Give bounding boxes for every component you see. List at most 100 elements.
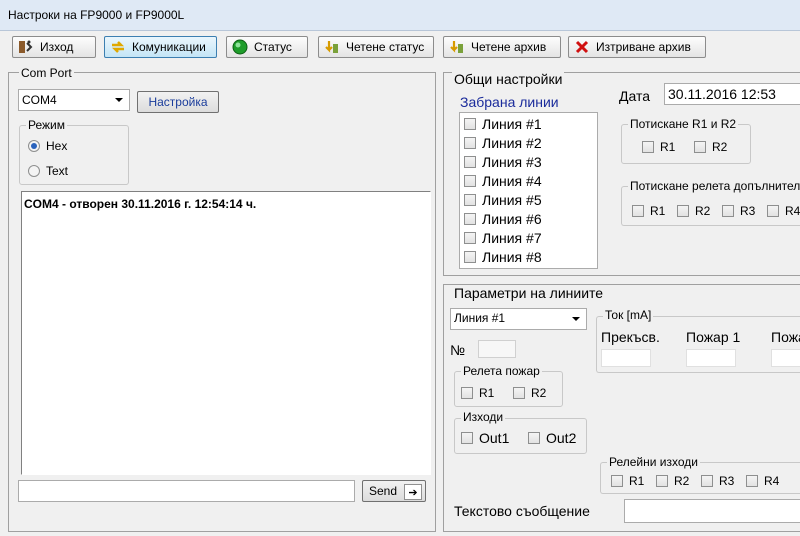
status-label: Статус — [254, 40, 292, 54]
extra-relays-caption: Потискане релета допълнител — [628, 179, 800, 193]
chevron-down-icon — [572, 317, 580, 321]
read-archive-button[interactable]: Четене архив — [443, 36, 561, 58]
fire-relay-checkbox-1[interactable]: R1 — [461, 386, 494, 400]
line-checkbox-4[interactable]: Линия #4 — [464, 173, 542, 189]
checkbox[interactable] — [701, 475, 713, 487]
send-button[interactable]: Send ➔ — [362, 480, 426, 502]
status-button[interactable]: Статус — [226, 36, 308, 58]
checkbox[interactable] — [464, 118, 476, 130]
relay-outputs-caption: Релейни изходи — [607, 455, 700, 469]
checkbox[interactable] — [464, 194, 476, 206]
current-col-input[interactable] — [771, 349, 800, 367]
line-checkbox-7[interactable]: Линия #7 — [464, 230, 542, 246]
output-checkbox-1[interactable]: Out1 — [461, 430, 509, 446]
checkbox[interactable] — [528, 432, 540, 444]
checkbox[interactable] — [464, 251, 476, 263]
radio-text[interactable] — [28, 165, 40, 177]
checkbox[interactable] — [513, 387, 525, 399]
extra-relay-checkbox-label: R1 — [650, 204, 666, 218]
line-checkbox-2[interactable]: Линия #2 — [464, 135, 542, 151]
com-port-select[interactable]: COM4 — [18, 89, 130, 111]
checkbox[interactable] — [656, 475, 668, 487]
extra-relay-checkbox-4[interactable]: R4 — [767, 204, 800, 218]
current-col-input[interactable] — [601, 349, 651, 367]
checkbox[interactable] — [632, 205, 644, 217]
checkbox[interactable] — [694, 141, 706, 153]
line-checkbox-3[interactable]: Линия #3 — [464, 154, 542, 170]
relay-output-checkbox-3[interactable]: R3 — [701, 474, 734, 488]
communications-button[interactable]: Комуникации — [104, 36, 217, 58]
checkbox[interactable] — [464, 175, 476, 187]
relay-output-checkbox-2[interactable]: R2 — [656, 474, 689, 488]
read-archive-label: Четене архив — [471, 40, 547, 54]
log-output[interactable]: COM4 - отворен 30.11.2016 г. 12:54:14 ч. — [21, 191, 431, 475]
checkbox[interactable] — [746, 475, 758, 487]
checkbox[interactable] — [642, 141, 654, 153]
checkbox[interactable] — [722, 205, 734, 217]
communications-icon — [110, 39, 126, 55]
checkbox[interactable] — [677, 205, 689, 217]
extra-relay-checkbox-label: R4 — [785, 204, 800, 218]
line-checkbox-1[interactable]: Линия #1 — [464, 116, 542, 132]
checkbox[interactable] — [464, 213, 476, 225]
lines-caption: Забрана линии — [460, 94, 559, 110]
press-r-checkbox-label: R1 — [660, 140, 676, 154]
fire-relay-checkbox-label: R2 — [531, 386, 547, 400]
checkbox[interactable] — [611, 475, 623, 487]
window-title: Настроки на FP9000 и FP9000L — [8, 8, 185, 22]
exit-button[interactable]: Изход — [12, 36, 96, 58]
send-label: Send — [369, 484, 398, 498]
extra-relay-checkbox-label: R3 — [740, 204, 756, 218]
radio-hex[interactable] — [28, 140, 40, 152]
checkbox[interactable] — [767, 205, 779, 217]
relay-output-checkbox-label: R3 — [719, 474, 735, 488]
arrow-right-icon: ➔ — [404, 484, 422, 500]
relay-output-checkbox-4[interactable]: R4 — [746, 474, 779, 488]
outputs-caption: Изходи — [461, 410, 506, 424]
line-checkbox-label: Линия #2 — [482, 135, 542, 151]
fire-relay-checkbox-2[interactable]: R2 — [513, 386, 546, 400]
mode-caption: Режим — [26, 118, 67, 132]
checkbox[interactable] — [464, 232, 476, 244]
mode-hex-option[interactable]: Hex — [28, 139, 67, 153]
read-status-button[interactable]: Четене статус — [318, 36, 434, 58]
com-port-panel: Com Port COM4 Настройка Режим Hex Text C… — [8, 66, 436, 532]
delete-archive-label: Изтриване архив — [596, 40, 691, 54]
relay-output-checkbox-1[interactable]: R1 — [611, 474, 644, 488]
current-col-input[interactable] — [686, 349, 736, 367]
checkbox[interactable] — [464, 156, 476, 168]
mode-text-option[interactable]: Text — [28, 164, 68, 178]
extra-relay-checkbox-1[interactable]: R1 — [632, 204, 665, 218]
current-col-label: Прекъсв. — [601, 329, 660, 345]
status-light-icon — [232, 39, 248, 55]
fire-relay-checkbox-label: R1 — [479, 386, 495, 400]
line-checkbox-6[interactable]: Линия #6 — [464, 211, 542, 227]
number-input[interactable] — [478, 340, 516, 358]
line-select[interactable]: Линия #1 — [450, 308, 587, 330]
press-r-group: Потискане R1 и R2 R1 R2 — [621, 117, 751, 164]
checkbox[interactable] — [461, 387, 473, 399]
send-input[interactable] — [18, 480, 355, 502]
relay-output-checkbox-label: R4 — [764, 474, 780, 488]
date-input[interactable]: 30.11.2016 12:53 — [664, 83, 800, 105]
extra-relay-checkbox-label: R2 — [695, 204, 711, 218]
press-r-checkbox-1[interactable]: R1 — [642, 140, 675, 154]
port-settings-button[interactable]: Настройка — [137, 91, 219, 113]
output-checkbox-2[interactable]: Out2 — [528, 430, 576, 446]
line-checkbox-8[interactable]: Линия #8 — [464, 249, 542, 265]
extra-relay-checkbox-2[interactable]: R2 — [677, 204, 710, 218]
checkbox[interactable] — [461, 432, 473, 444]
checkbox[interactable] — [464, 137, 476, 149]
extra-relay-checkbox-3[interactable]: R3 — [722, 204, 755, 218]
line-select-value: Линия #1 — [454, 311, 506, 325]
press-r-checkbox-2[interactable]: R2 — [694, 140, 727, 154]
current-group: Ток [mA] Прекъсв. Пожар 1 Пожа — [596, 308, 800, 373]
relay-output-checkbox-label: R1 — [629, 474, 645, 488]
press-r-checkbox-label: R2 — [712, 140, 728, 154]
press-r-caption: Потискане R1 и R2 — [628, 117, 739, 131]
delete-archive-button[interactable]: Изтриване архив — [568, 36, 706, 58]
line-checkbox-5[interactable]: Линия #5 — [464, 192, 542, 208]
output-checkbox-label: Out1 — [479, 430, 510, 446]
text-message-input[interactable] — [624, 499, 800, 523]
number-label: № — [450, 342, 466, 358]
